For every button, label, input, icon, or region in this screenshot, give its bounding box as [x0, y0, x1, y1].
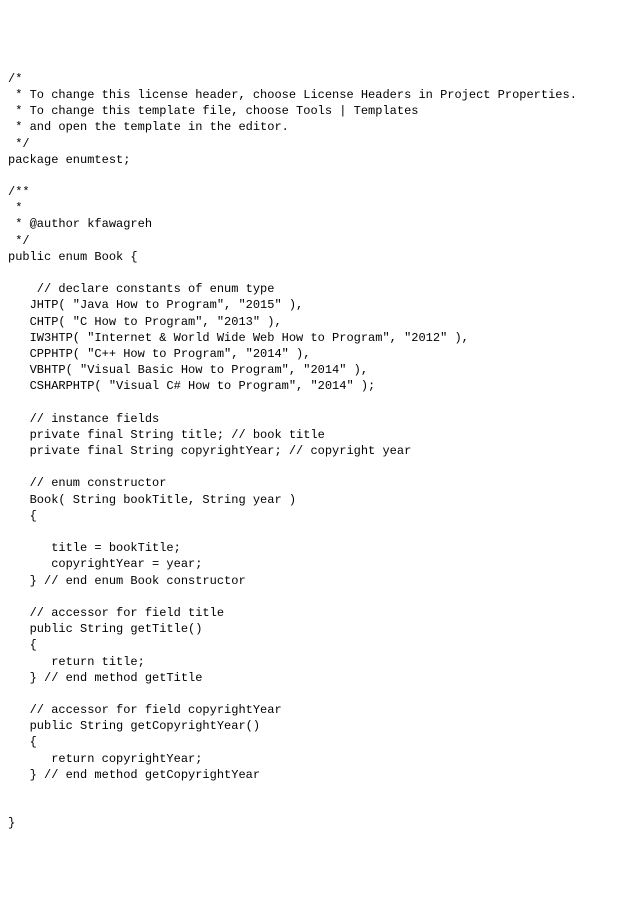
- code-block: /* * To change this license header, choo…: [8, 71, 641, 832]
